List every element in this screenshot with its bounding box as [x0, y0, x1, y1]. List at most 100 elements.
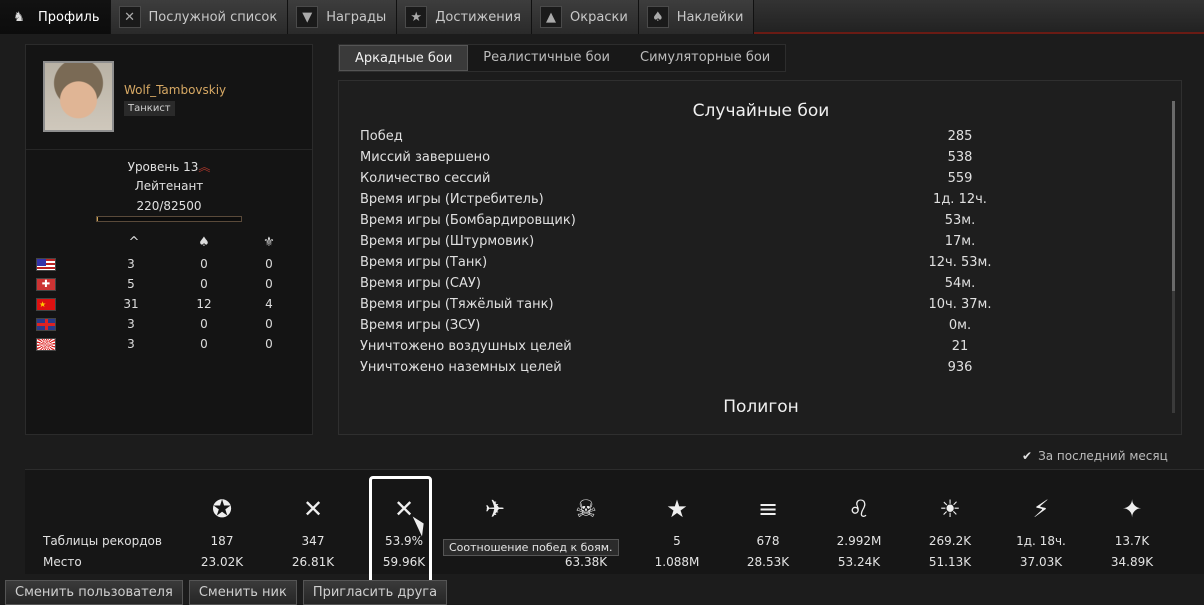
stat-row: Уничтожено воздушных целей 21 — [360, 339, 1010, 360]
leaderboard-panel: Таблицы рекордов Место ✪ 187 23.02K ✕ 347 26.… — [25, 469, 1204, 574]
stat-value: 559 — [947, 171, 973, 186]
stat-value: 12ч. 53м. — [928, 255, 992, 270]
player-title-badge[interactable]: Танкист — [124, 101, 175, 116]
tab-awards[interactable]: ▼ Награды — [288, 0, 398, 34]
leaderboard-column[interactable]: ☠ 63.38K — [541, 470, 631, 575]
tab-profile[interactable]: ♞ Профиль — [0, 0, 111, 34]
bulb-icon[interactable]: ☀ — [933, 492, 967, 526]
leaderboard-place: 28.53K — [746, 555, 790, 569]
stats-scrollbar[interactable] — [1172, 101, 1175, 413]
leaderboard-column[interactable]: ☀ 269.2K 51.13K — [905, 470, 995, 575]
ground-units-icon[interactable]: ≡ — [751, 492, 785, 526]
stat-row: Уничтожено наземных целей 936 — [360, 360, 1010, 381]
decals-icon: ♠ — [646, 6, 669, 28]
nation-row-ussr: ★ 31 12 4 — [36, 295, 306, 315]
leaderboard-place: 63.38K — [564, 555, 608, 569]
nation-value: 3 — [127, 317, 135, 331]
last-month-label: За последний месяц — [1038, 449, 1168, 463]
nation-row-uk: 3 0 0 — [36, 315, 306, 335]
stat-row: Время игры (Штурмовик) 17м. — [360, 234, 1010, 255]
nation-row-japan: 3 0 0 — [36, 335, 306, 355]
vehicles-icon: ^ — [128, 235, 140, 250]
tab-service-record[interactable]: ✕ Послужной список — [110, 0, 289, 34]
stat-row: Время игры (Тяжёлый танк) 10ч. 37м. — [360, 297, 1010, 318]
stat-value: 17м. — [944, 234, 976, 249]
leaderboard-place: 26.81K — [291, 555, 335, 569]
leaderboard-place: 23.02K — [200, 555, 244, 569]
leaderboard-column[interactable]: ✕ 347 26.81K — [268, 470, 358, 575]
last-month-toggle[interactable]: ✔ За последний месяц — [1022, 449, 1168, 463]
stat-label: Побед — [360, 129, 403, 144]
stat-label: Количество сессий — [360, 171, 491, 186]
divider — [26, 149, 312, 150]
leaderboard-column[interactable]: ★ 5 1.088M — [632, 470, 722, 575]
stat-value: 21 — [951, 339, 969, 354]
leaderboard-column[interactable]: ✈ — [450, 470, 540, 575]
stat-value: 10ч. 37м. — [928, 297, 992, 312]
leaderboard-column[interactable]: ✪ 187 23.02K — [177, 470, 267, 575]
stat-row: Количество сессий 559 — [360, 171, 1010, 192]
change-user-button[interactable]: Сменить пользователя — [5, 580, 183, 605]
usa-flag — [36, 258, 56, 271]
rating-icon[interactable]: ✦ — [1115, 492, 1149, 526]
lion-icon[interactable]: ♌ — [842, 492, 876, 526]
leaderboard-place: 53.24K — [837, 555, 881, 569]
nation-value: 0 — [265, 277, 273, 291]
leaderboard-place: 34.89K — [1110, 555, 1154, 569]
nation-value: 0 — [265, 257, 273, 271]
tab-bar-filler — [754, 0, 1204, 32]
tab-camouflage[interactable]: ▲ Окраски — [532, 0, 639, 34]
medals-icon: ⚜ — [263, 235, 275, 250]
battles-icon[interactable]: ✕ — [296, 492, 330, 526]
stat-value: 0м. — [948, 318, 972, 333]
stat-row: Время игры (ЗСУ) 0м. — [360, 318, 1010, 339]
leaderboard-column[interactable]: ♌ 2.992M 53.24K — [814, 470, 904, 575]
stat-label: Уничтожено воздушных целей — [360, 339, 572, 354]
nation-row-usa: 3 0 0 — [36, 255, 306, 275]
avatar[interactable] — [43, 61, 114, 132]
scrollbar-thumb[interactable] — [1172, 101, 1175, 291]
stat-row: Время игры (Истребитель) 1д. 12ч. — [360, 192, 1010, 213]
nation-value: 0 — [265, 337, 273, 351]
tab-decals[interactable]: ♠ Наклейки — [638, 0, 755, 34]
achievements-icon: ★ — [405, 6, 428, 28]
germany-flag: ✚ — [36, 278, 56, 291]
stat-value: 285 — [947, 129, 973, 144]
leaderboard-place: 51.13K — [928, 555, 972, 569]
stars-icon[interactable]: ★ — [660, 492, 694, 526]
invite-friend-button[interactable]: Пригласить друга — [302, 580, 448, 605]
nation-value: 0 — [265, 317, 273, 331]
stat-row: Время игры (Бомбардировщик) 53м. — [360, 213, 1010, 234]
nation-value: 5 — [127, 277, 135, 291]
tab-arcade-battles[interactable]: Аркадные бои — [339, 45, 469, 71]
tab-label: Наклейки — [676, 9, 744, 25]
stat-label: Время игры (ЗСУ) — [360, 318, 481, 333]
stat-label: Время игры (Штурмовик) — [360, 234, 535, 249]
battle-mode-tabs: Аркадные бои Реалистичные бои Симуляторн… — [338, 44, 787, 72]
leaderboard-value: 1д. 18ч. — [1016, 534, 1066, 548]
tab-realistic-battles[interactable]: Реалистичные бои — [468, 45, 625, 71]
change-nick-button[interactable]: Сменить ник — [188, 580, 297, 605]
leaderboard-value: 269.2K — [928, 534, 972, 548]
stat-value: 1д. 12ч. — [933, 192, 987, 207]
profile-tab-bar: ♞ Профиль ✕ Послужной список ▼ Награды ★… — [0, 0, 1204, 34]
stat-label: Время игры (Бомбардировщик) — [360, 213, 576, 228]
leaderboard-place: 37.03K — [1019, 555, 1063, 569]
ussr-flag: ★ — [36, 298, 56, 311]
tab-achievements[interactable]: ★ Достижения — [397, 0, 533, 34]
victories-icon[interactable]: ✪ — [205, 492, 239, 526]
skull-icon[interactable]: ☠ — [569, 492, 603, 526]
nation-value: 4 — [265, 297, 273, 311]
leaderboard-value: 2.992M — [836, 534, 882, 548]
tab-simulator-battles[interactable]: Симуляторные бои — [625, 45, 785, 71]
stat-label: Время игры (Тяжёлый танк) — [360, 297, 554, 312]
service-record-icon: ✕ — [118, 6, 141, 28]
leaderboard-value: 13.7K — [1114, 534, 1150, 548]
leaderboard-column[interactable]: ⚡ 1д. 18ч. 37.03K — [996, 470, 1086, 575]
uk-flag — [36, 318, 56, 331]
leaderboard-value: 187 — [210, 534, 234, 548]
time-icon[interactable]: ⚡ — [1024, 492, 1058, 526]
leaderboard-column[interactable]: ≡ 678 28.53K — [723, 470, 813, 575]
aircraft-icon[interactable]: ✈ — [478, 492, 512, 526]
leaderboard-column[interactable]: ✦ 13.7K 34.89K — [1087, 470, 1177, 575]
